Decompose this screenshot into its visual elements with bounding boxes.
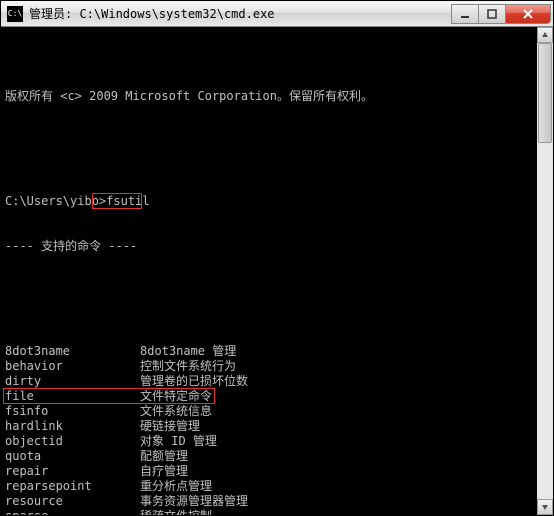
scroll-track[interactable] xyxy=(537,43,553,499)
scroll-up-button[interactable] xyxy=(537,27,553,43)
vertical-scrollbar[interactable] xyxy=(537,27,553,515)
close-button[interactable] xyxy=(505,4,551,24)
minimize-icon xyxy=(460,9,470,19)
command-desc: 自疗管理 xyxy=(140,464,535,479)
command-name: fsinfo xyxy=(5,404,140,419)
prompt-prefix: C:\Users\yibo> xyxy=(5,194,106,208)
cmd-icon-label: C:\ xyxy=(8,9,22,18)
command-desc: 硬链接管理 xyxy=(140,419,535,434)
command-desc: 对象 ID 管理 xyxy=(140,434,535,449)
copyright-line: 版权所有 <c> 2009 Microsoft Corporation。保留所有… xyxy=(5,89,535,104)
titlebar[interactable]: C:\ 管理员: C:\Windows\system32\cmd.exe xyxy=(1,1,553,27)
command-row: fsinfo文件系统信息 xyxy=(5,404,535,419)
command-name: file xyxy=(5,389,140,404)
command-name: hardlink xyxy=(5,419,140,434)
window-title: 管理员: C:\Windows\system32\cmd.exe xyxy=(29,5,452,22)
header-1: ---- 支持的命令 ---- xyxy=(5,239,535,254)
blank-line xyxy=(5,284,535,299)
scroll-thumb[interactable] xyxy=(538,43,552,143)
command-row: hardlink硬链接管理 xyxy=(5,419,535,434)
maximize-button[interactable] xyxy=(478,4,506,24)
command-name: repair xyxy=(5,464,140,479)
command-name: behavior xyxy=(5,359,140,374)
command-row: reparsepoint重分析点管理 xyxy=(5,479,535,494)
command-row: sparse稀疏文件控制 xyxy=(5,509,535,515)
command-desc: 重分析点管理 xyxy=(140,479,535,494)
command-name: 8dot3name xyxy=(5,344,140,359)
command-desc: 管理卷的已损坏位数 xyxy=(140,374,535,389)
chevron-up-icon xyxy=(541,31,549,39)
command-desc: 配额管理 xyxy=(140,449,535,464)
command-row: dirty管理卷的已损坏位数 xyxy=(5,374,535,389)
command-desc: 稀疏文件控制 xyxy=(140,509,535,515)
console-area[interactable]: 版权所有 <c> 2009 Microsoft Corporation。保留所有… xyxy=(1,27,553,515)
command-name: objectid xyxy=(5,434,140,449)
command-row: objectid对象 ID 管理 xyxy=(5,434,535,449)
cmd-window: C:\ 管理员: C:\Windows\system32\cmd.exe 版权所… xyxy=(0,0,554,516)
commands-block-1: 8dot3name8dot3name 管理behavior控制文件系统行为dir… xyxy=(5,344,535,515)
command-desc: 文件特定命令 xyxy=(140,389,535,404)
chevron-down-icon xyxy=(541,503,549,511)
blank-line xyxy=(5,134,535,149)
window-controls xyxy=(452,4,551,24)
command-name: sparse xyxy=(5,509,140,515)
command-name: quota xyxy=(5,449,140,464)
maximize-icon xyxy=(487,9,497,19)
command-desc: 文件系统信息 xyxy=(140,404,535,419)
scroll-down-button[interactable] xyxy=(537,499,553,515)
command-row: 8dot3name8dot3name 管理 xyxy=(5,344,535,359)
command-desc: 8dot3name 管理 xyxy=(140,344,535,359)
command-row: quota配额管理 xyxy=(5,449,535,464)
command-name: dirty xyxy=(5,374,140,389)
prompt-cmd: fsutil xyxy=(106,194,149,208)
command-row: behavior控制文件系统行为 xyxy=(5,359,535,374)
command-desc: 事务资源管理器管理 xyxy=(140,494,535,509)
command-name: reparsepoint xyxy=(5,479,140,494)
prompt-1: C:\Users\yibo>fsutil xyxy=(5,194,535,209)
command-row: repair自疗管理 xyxy=(5,464,535,479)
minimize-button[interactable] xyxy=(451,4,479,24)
command-row: file文件特定命令 xyxy=(5,389,535,404)
close-icon xyxy=(522,9,534,19)
cmd-icon: C:\ xyxy=(7,6,23,22)
command-name: resource xyxy=(5,494,140,509)
command-row: resource事务资源管理器管理 xyxy=(5,494,535,509)
command-desc: 控制文件系统行为 xyxy=(140,359,535,374)
console-content: 版权所有 <c> 2009 Microsoft Corporation。保留所有… xyxy=(1,59,553,515)
